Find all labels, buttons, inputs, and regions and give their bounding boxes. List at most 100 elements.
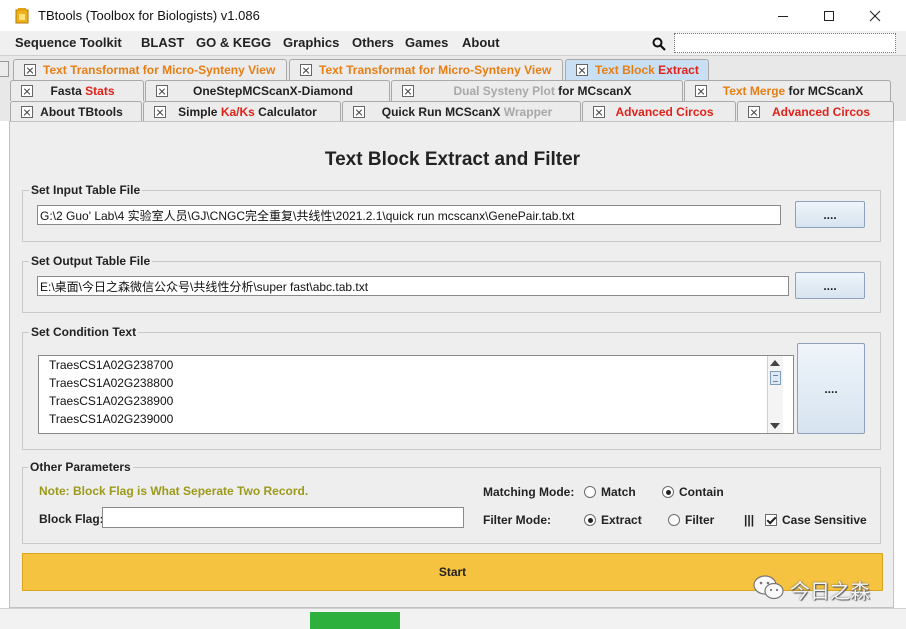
tab-row2-2[interactable]: Dual Systeny Plot for MCscanX: [391, 80, 683, 101]
tab-label-segment: Advanced Circos: [771, 105, 871, 119]
block-flag-note: Note: Block Flag is What Seperate Two Re…: [39, 484, 309, 498]
menu-about[interactable]: About: [462, 35, 500, 50]
tab-close-icon[interactable]: [695, 85, 707, 97]
close-button[interactable]: [852, 0, 898, 31]
minimize-button[interactable]: [760, 0, 806, 31]
maximize-icon: [824, 10, 834, 21]
background-window-strip: [0, 608, 906, 629]
block-flag-input[interactable]: [102, 507, 464, 528]
tab-label: Dual Systeny Plot for MCscanX: [421, 84, 682, 98]
tab-close-icon[interactable]: [21, 85, 33, 97]
tab-label: About TBtools: [40, 105, 141, 119]
menu-games[interactable]: Games: [405, 35, 448, 50]
tab-row3-2[interactable]: Quick Run MCScanX Wrapper: [342, 101, 581, 122]
input-browse-button[interactable]: ....: [795, 201, 865, 228]
tab-close-icon[interactable]: [300, 64, 312, 76]
maximize-button[interactable]: [806, 0, 852, 31]
other-parameters-group: [22, 467, 881, 544]
tab-close-icon[interactable]: [748, 106, 760, 118]
tab-row2-0[interactable]: Fasta Stats: [10, 80, 144, 101]
tab-close-icon[interactable]: [24, 64, 36, 76]
output-path-field[interactable]: [37, 276, 789, 296]
scroll-up-icon[interactable]: [770, 360, 780, 366]
scroll-thumb[interactable]: [770, 371, 781, 385]
search-input[interactable]: [674, 33, 896, 53]
tab-row3-3[interactable]: Advanced Circos: [582, 101, 736, 122]
scroll-down-icon[interactable]: [770, 423, 780, 429]
tab-row3-1[interactable]: Simple Ka/Ks Calculator: [143, 101, 341, 122]
options-separator: |||: [744, 513, 755, 527]
output-group-label: Set Output Table File: [29, 254, 153, 268]
search-icon[interactable]: [652, 37, 666, 51]
tab-row3-0[interactable]: About TBtools: [10, 101, 142, 122]
tab-label-segment: Text Transformat for Micro-Synteny View: [319, 63, 552, 77]
tab-row3-4[interactable]: Advanced Circos: [737, 101, 894, 122]
block-flag-label: Block Flag:: [39, 512, 104, 526]
condition-scrollbar[interactable]: [767, 356, 783, 433]
tab-label-segment: Text Transformat for Micro-Synteny View: [43, 63, 276, 77]
filter-label: Filter: [685, 513, 715, 527]
extract-radio[interactable]: [584, 514, 596, 526]
condition-line: TraesCS1A02G239000: [49, 412, 174, 426]
tab-close-icon[interactable]: [593, 106, 605, 118]
background-green-bar: [310, 612, 400, 629]
input-group-label: Set Input Table File: [29, 183, 143, 197]
tab-label-segment: Plot: [532, 84, 559, 98]
tab-close-icon[interactable]: [353, 106, 365, 118]
tab-label-segment: Wrapper: [503, 105, 553, 119]
tab-close-icon[interactable]: [154, 106, 166, 118]
menu-go-kegg[interactable]: GO & KEGG: [196, 35, 271, 50]
close-icon: [869, 10, 881, 21]
menu-sequence-toolkit[interactable]: Sequence Toolkit: [15, 35, 122, 50]
input-path-field[interactable]: [37, 205, 781, 225]
tab-label-segment: Stats: [85, 84, 115, 98]
tab-close-icon[interactable]: [21, 106, 33, 118]
menu-graphics[interactable]: Graphics: [283, 35, 339, 50]
tab-label: Quick Run MCScanX Wrapper: [372, 105, 580, 119]
tab-label-segment: Dual Systeny: [453, 84, 533, 98]
menu-others[interactable]: Others: [352, 35, 394, 50]
menu-blast[interactable]: BLAST: [141, 35, 184, 50]
tab-label: OneStepMCScanX-Diamond: [175, 84, 389, 98]
wechat-watermark: 今日之森: [752, 573, 892, 603]
tab-label: Advanced Circos: [767, 105, 893, 119]
tab-row2-3[interactable]: Text Merge for MCScanX: [684, 80, 891, 101]
contain-label: Contain: [679, 485, 724, 499]
other-group-label: Other Parameters: [28, 460, 133, 474]
extract-label: Extract: [601, 513, 642, 527]
title-bar: TBtools (Toolbox for Biologists) v1.086: [0, 0, 906, 31]
tab-label-segment: Extract: [658, 63, 699, 77]
window-title: TBtools (Toolbox for Biologists) v1.086: [38, 8, 260, 23]
filter-radio[interactable]: [668, 514, 680, 526]
condition-textarea[interactable]: TraesCS1A02G238700 TraesCS1A02G238800 Tr…: [38, 355, 794, 434]
tab-close-icon[interactable]: [576, 64, 588, 76]
case-sensitive-label: Case Sensitive: [782, 513, 867, 527]
panel-title: Text Block Extract and Filter: [324, 149, 581, 170]
tab-close-icon[interactable]: [402, 85, 414, 97]
tab-label: Text Block Extract: [595, 63, 699, 77]
condition-line: TraesCS1A02G238800: [49, 376, 174, 390]
tab-label: Fasta Stats: [40, 84, 143, 98]
minimize-icon: [778, 15, 788, 17]
tab-label: Text Merge for MCScanX: [714, 84, 890, 98]
tab-close-icon[interactable]: [156, 85, 168, 97]
tab-row1-2[interactable]: Text Block Extract: [565, 59, 709, 80]
wechat-logo-icon: [753, 575, 784, 600]
output-browse-button[interactable]: ....: [795, 272, 865, 299]
tab-label-segment: for MCScanX: [788, 84, 864, 98]
tab-label: Text Transformat for Micro-Synteny View: [319, 63, 551, 77]
match-radio[interactable]: [584, 486, 596, 498]
hidden-tab-stub[interactable]: [0, 61, 9, 77]
watermark-text: 今日之森: [790, 579, 870, 603]
case-sensitive-checkbox[interactable]: [765, 514, 777, 526]
tab-label-segment: OneStepMCScanX-Diamond: [192, 84, 354, 98]
contain-radio[interactable]: [662, 486, 674, 498]
tab-label-segment: Quick Run MCScanX: [381, 105, 504, 119]
tab-row2-1[interactable]: OneStepMCScanX-Diamond: [145, 80, 390, 101]
tab-label-segment: Text Block: [595, 63, 659, 77]
condition-browse-button[interactable]: ....: [797, 343, 865, 434]
tab-row1-0[interactable]: Text Transformat for Micro-Synteny View: [13, 59, 287, 80]
tab-label: Text Transformat for Micro-Synteny View: [43, 63, 275, 77]
tbtools-window: TBtools (Toolbox for Biologists) v1.086 …: [0, 0, 906, 629]
tab-row1-1[interactable]: Text Transformat for Micro-Synteny View: [289, 59, 563, 80]
